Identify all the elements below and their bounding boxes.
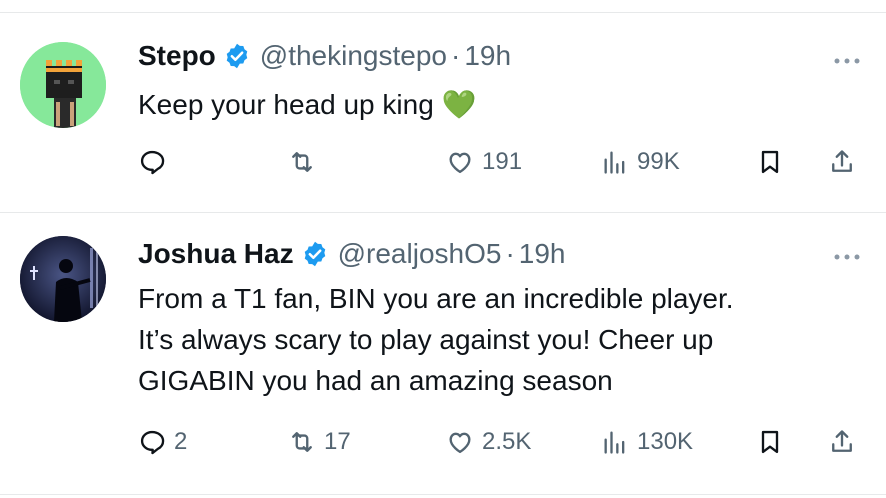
separator-dot: ·: [451, 40, 461, 71]
bookmark-button[interactable]: [756, 142, 784, 182]
view-count: 130K: [637, 428, 694, 455]
tweet-text: From a T1 fan, BIN you are an incredible…: [138, 278, 734, 401]
retweet-button[interactable]: [288, 142, 324, 182]
share-button[interactable]: [828, 142, 856, 182]
avatar[interactable]: [20, 236, 106, 322]
views-button[interactable]: 99K: [601, 142, 680, 182]
tweet-header: Stepo @thekingstepo · 19h: [138, 40, 511, 72]
separator-dot: ·: [505, 238, 515, 269]
heart-icon: [449, 152, 471, 174]
view-count: 99K: [637, 148, 680, 175]
reply-count: 2: [174, 428, 188, 455]
heart-icon: [449, 432, 471, 454]
concert-photo-avatar-icon: [20, 236, 106, 322]
display-name[interactable]: Joshua Haz: [138, 238, 294, 270]
retweet-icon: [292, 432, 312, 452]
tweet-text: Keep your head up king 💚: [138, 84, 476, 125]
tweet-1[interactable]: Stepo @thekingstepo · 19h Keep your head…: [0, 14, 886, 210]
handle[interactable]: @thekingstepo: [260, 40, 447, 72]
tweet-text-line: It’s always scary to play against you! C…: [138, 324, 714, 355]
reply-button[interactable]: 2: [138, 422, 187, 462]
verified-badge-icon: [304, 241, 325, 267]
timestamp[interactable]: 19h: [519, 238, 566, 270]
reply-button[interactable]: [138, 142, 174, 182]
tweet-2[interactable]: Joshua Haz @realjoshO5 · 19h From a T1 f…: [0, 214, 886, 496]
timeline: Stepo @thekingstepo · 19h Keep your head…: [0, 0, 886, 498]
retweet-button[interactable]: 17: [288, 422, 351, 462]
tweet-header: Joshua Haz @realjoshO5 · 19h: [138, 238, 566, 270]
reply-icon: [140, 430, 165, 455]
tweet-text-line: From a T1 fan, BIN you are an incredible…: [138, 283, 734, 314]
retweet-count: 17: [324, 428, 351, 455]
share-icon: [832, 430, 852, 452]
more-dots-icon[interactable]: [832, 56, 862, 66]
bookmark-button[interactable]: [756, 422, 784, 462]
action-bar: 2 17 2.5K 130K: [138, 422, 863, 462]
handle[interactable]: @realjoshO5: [338, 238, 502, 270]
share-button[interactable]: [828, 422, 856, 462]
reply-icon: [140, 150, 165, 175]
bookmark-icon: [761, 430, 779, 454]
timestamp[interactable]: 19h: [464, 40, 511, 72]
bottom-divider: [0, 494, 886, 495]
tweet-text-line: GIGABIN you had an amazing season: [138, 365, 613, 396]
action-bar: 191 99K: [138, 142, 863, 182]
top-divider: [0, 12, 886, 13]
views-button[interactable]: 130K: [601, 422, 693, 462]
like-count: 191: [482, 148, 523, 175]
like-button[interactable]: 191: [446, 142, 522, 182]
verified-badge-icon: [226, 43, 248, 69]
display-name[interactable]: Stepo: [138, 40, 216, 72]
avatar[interactable]: [20, 42, 106, 128]
bookmark-icon: [761, 150, 779, 174]
like-button[interactable]: 2.5K: [446, 422, 531, 462]
views-chart-icon: [604, 431, 625, 454]
views-chart-icon: [604, 151, 625, 174]
pixel-king-avatar-icon: [20, 42, 106, 128]
more-dots-icon[interactable]: [832, 252, 862, 262]
retweet-icon: [292, 152, 312, 172]
like-count: 2.5K: [482, 428, 532, 455]
tweet-text-line: Keep your head up king 💚: [138, 89, 477, 120]
tweet-divider: [0, 212, 886, 213]
share-icon: [832, 150, 852, 172]
